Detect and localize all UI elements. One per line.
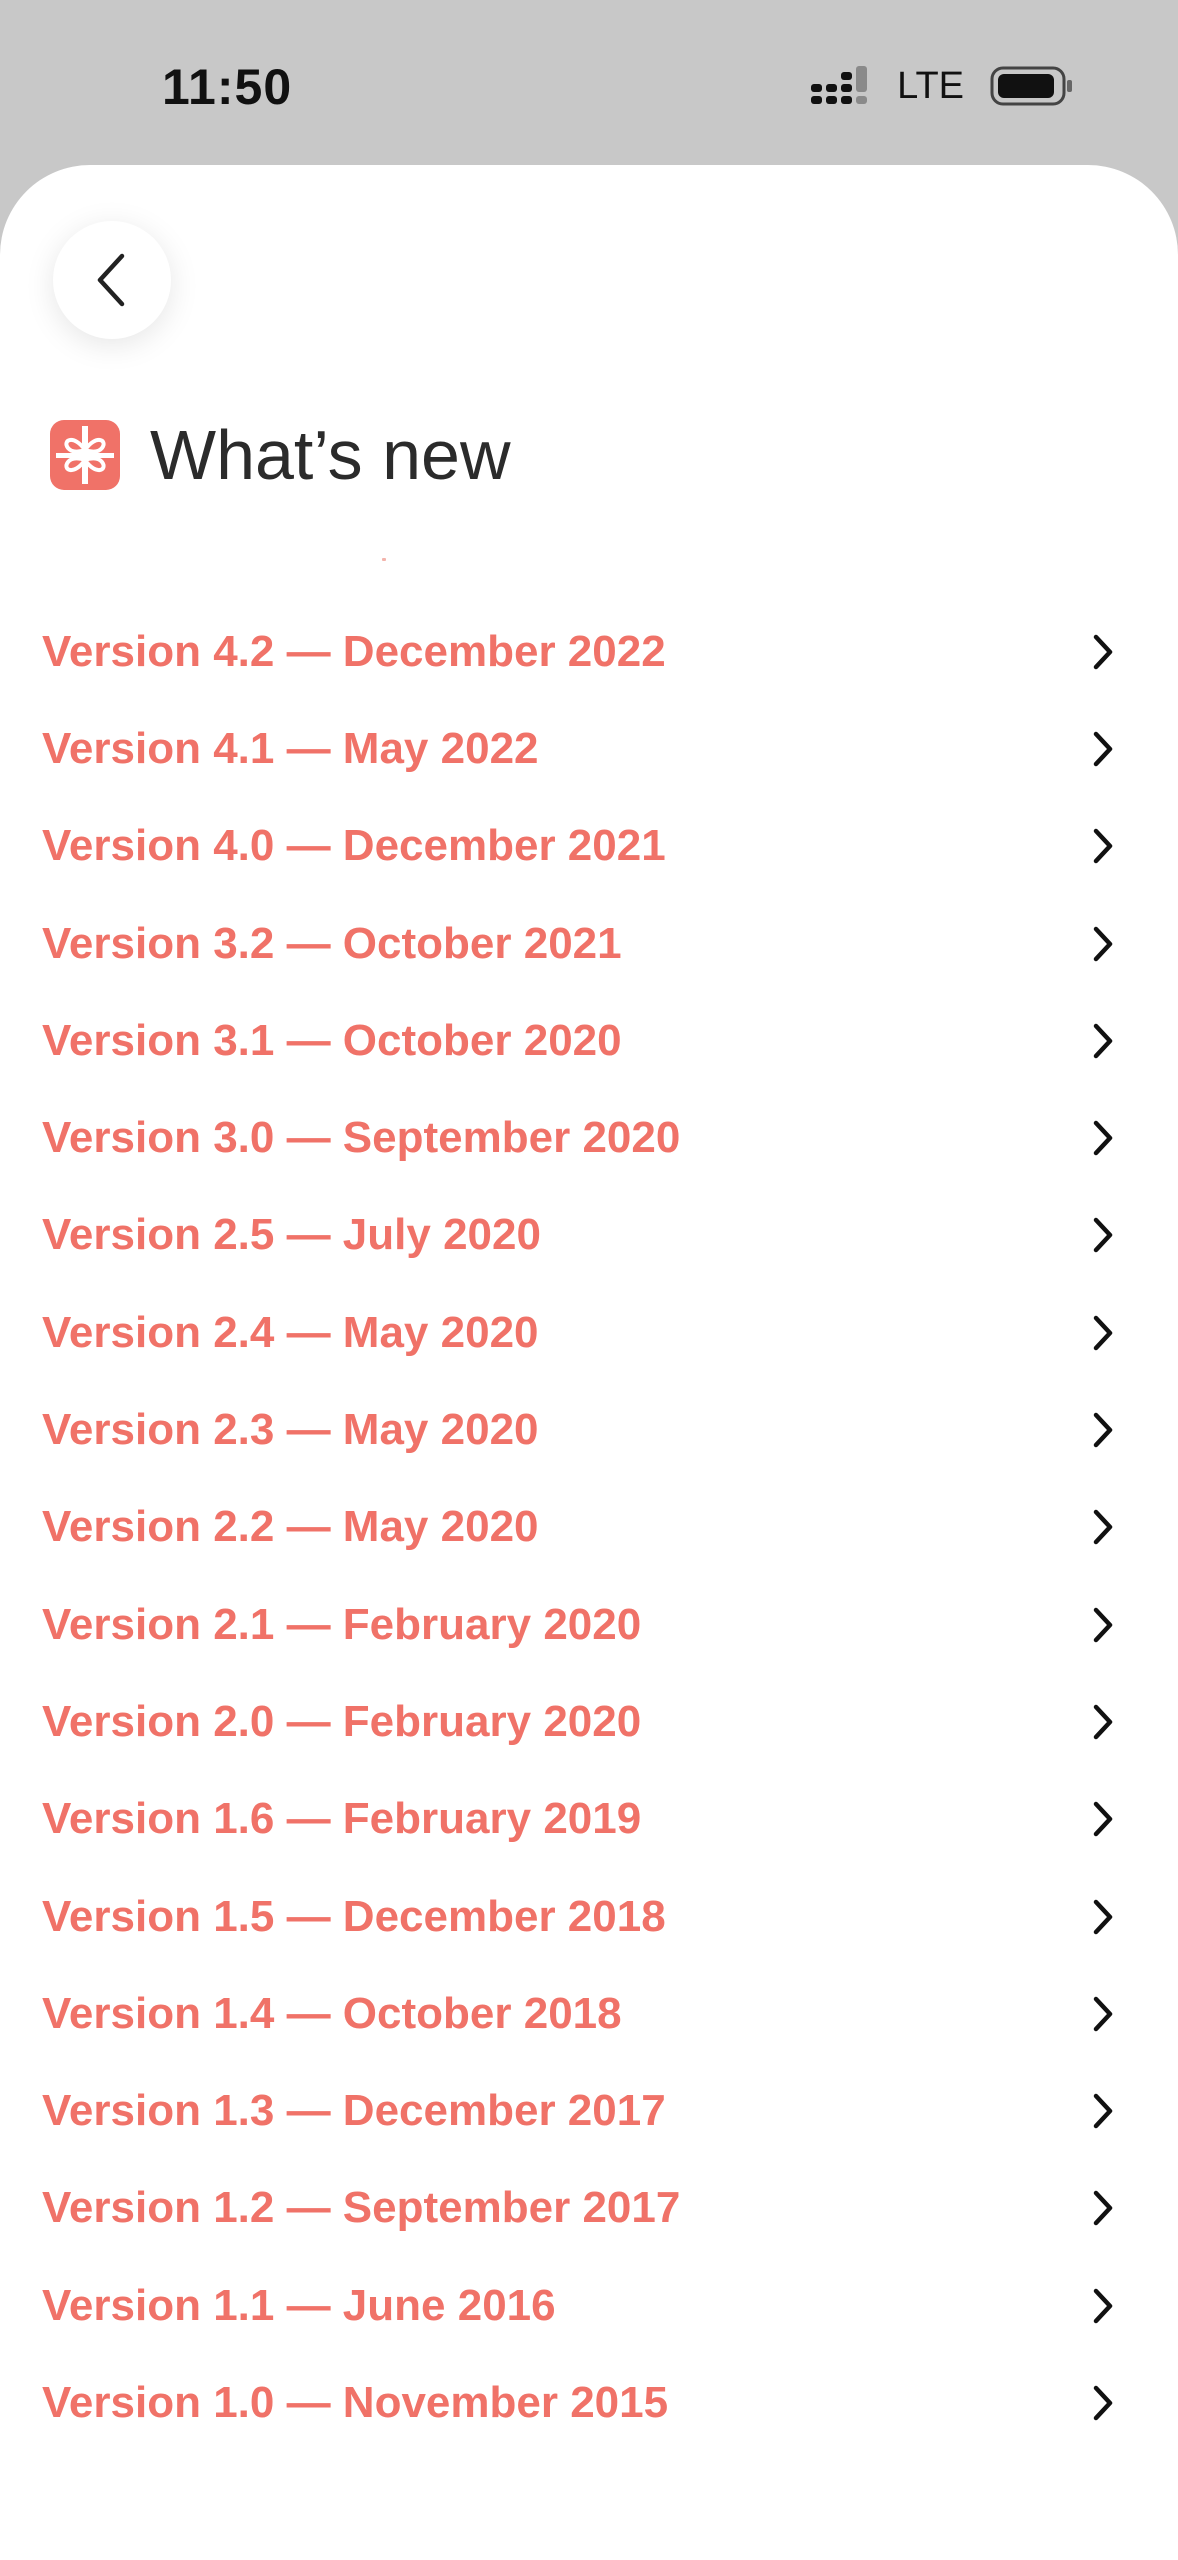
version-list: Version 4.2 — December 2022 Version 4.1 … <box>0 603 1178 2452</box>
version-label: Version 1.6 — February 2019 <box>42 1794 642 1844</box>
version-row[interactable]: Version 2.0 — February 2020 <box>0 1673 1178 1770</box>
title-row: What’s new <box>50 405 511 505</box>
version-row[interactable]: Version 2.4 — May 2020 <box>0 1284 1178 1381</box>
chevron-right-icon <box>1093 634 1113 669</box>
version-label: Version 3.1 — October 2020 <box>42 1015 622 1065</box>
network-type: LTE <box>897 64 964 107</box>
chevron-right-icon <box>1093 731 1113 767</box>
version-label: Version 1.3 — December 2017 <box>42 2086 666 2136</box>
version-label: Version 1.2 — September 2017 <box>42 2183 681 2233</box>
version-label: Version 2.2 — May 2020 <box>42 1502 539 1552</box>
version-label: Version 4.2 — December 2022 <box>42 626 666 676</box>
version-row[interactable]: Version 2.3 — May 2020 <box>0 1381 1178 1478</box>
version-label: Version 4.1 — May 2022 <box>42 723 539 773</box>
version-label: Version 3.2 — October 2021 <box>42 918 622 968</box>
chevron-right-icon <box>1093 2288 1113 2323</box>
page-title: What’s new <box>150 416 511 494</box>
whats-new-sheet: What’s new Version 4.2 — December 2022 V… <box>0 165 1178 2560</box>
version-row[interactable]: Version 1.2 — September 2017 <box>0 2160 1178 2257</box>
version-label: Version 2.4 — May 2020 <box>42 1307 539 1357</box>
version-row[interactable]: Version 1.3 — December 2017 <box>0 2062 1178 2159</box>
back-button[interactable] <box>53 221 171 339</box>
version-row[interactable]: Version 3.0 — September 2020 <box>0 1089 1178 1186</box>
version-label: Version 2.0 — February 2020 <box>42 1696 642 1746</box>
version-row[interactable]: Version 4.2 — December 2022 <box>0 603 1178 700</box>
version-row[interactable]: Version 2.1 — February 2020 <box>0 1576 1178 1673</box>
battery-icon <box>990 66 1072 106</box>
chevron-right-icon <box>1093 1704 1113 1740</box>
version-label: Version 1.0 — November 2015 <box>42 2377 669 2427</box>
version-row[interactable]: Version 4.1 — May 2022 <box>0 700 1178 797</box>
version-label: Version 2.1 — February 2020 <box>42 1599 642 1649</box>
version-row[interactable]: Version 1.4 — October 2018 <box>0 1965 1178 2062</box>
version-label: Version 3.0 — September 2020 <box>42 1113 681 1163</box>
signal-icon <box>811 66 868 104</box>
chevron-right-icon <box>1093 1510 1113 1545</box>
chevron-right-icon <box>1093 1801 1113 1837</box>
version-row[interactable]: Version 3.1 — October 2020 <box>0 992 1178 1089</box>
version-row[interactable]: Version 4.0 — December 2021 <box>0 798 1178 895</box>
chevron-right-icon <box>1093 1023 1113 1059</box>
version-row[interactable]: Version 1.0 — November 2015 <box>0 2354 1178 2451</box>
chevron-right-icon <box>1093 1996 1113 2032</box>
chevron-left-icon <box>97 253 125 307</box>
chevron-right-icon <box>1093 1607 1113 1642</box>
scroll-fade-remnant <box>382 558 386 561</box>
chevron-right-icon <box>1093 1315 1113 1350</box>
chevron-right-icon <box>1093 1218 1113 1253</box>
version-row[interactable]: Version 1.1 — June 2016 <box>0 2257 1178 2354</box>
chevron-right-icon <box>1093 1120 1113 1156</box>
chevron-right-icon <box>1093 2385 1113 2421</box>
chevron-right-icon <box>1093 1412 1113 1448</box>
version-label: Version 2.3 — May 2020 <box>42 1405 539 1455</box>
version-label: Version 2.5 — July 2020 <box>42 1210 541 1260</box>
chevron-right-icon <box>1093 926 1113 961</box>
version-row[interactable]: Version 3.2 — October 2021 <box>0 895 1178 992</box>
version-label: Version 4.0 — December 2021 <box>42 821 666 871</box>
chevron-right-icon <box>1093 828 1113 864</box>
version-row[interactable]: Version 1.5 — December 2018 <box>0 1868 1178 1965</box>
version-label: Version 1.4 — October 2018 <box>42 1988 622 2038</box>
version-row[interactable]: Version 2.2 — May 2020 <box>0 1479 1178 1576</box>
chevron-right-icon <box>1093 1899 1113 1934</box>
version-label: Version 1.1 — June 2016 <box>42 2280 556 2330</box>
version-row[interactable]: Version 1.6 — February 2019 <box>0 1771 1178 1868</box>
status-indicators: LTE <box>811 62 1074 110</box>
version-row[interactable]: Version 2.5 — July 2020 <box>0 1187 1178 1284</box>
chevron-right-icon <box>1093 2191 1113 2226</box>
status-time: 11:50 <box>162 59 293 115</box>
chevron-right-icon <box>1093 2093 1113 2129</box>
status-bar: 11:50 LTE <box>0 0 1178 165</box>
gift-icon <box>50 420 120 490</box>
version-label: Version 1.5 — December 2018 <box>42 1891 666 1941</box>
